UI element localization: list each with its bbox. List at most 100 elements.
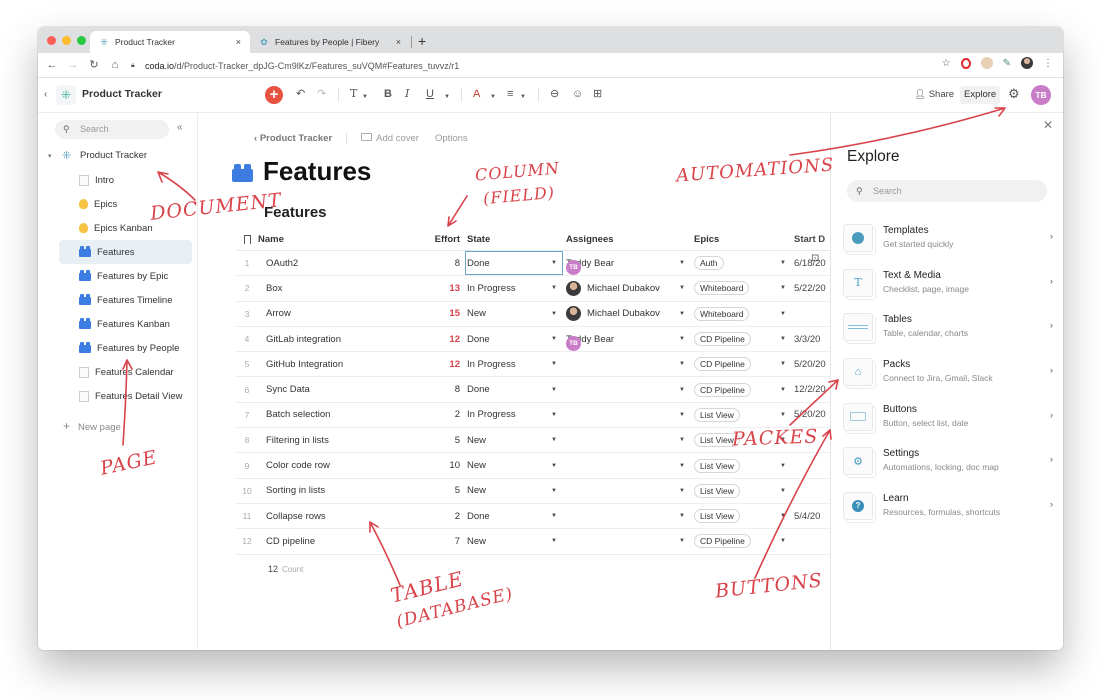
table-row[interactable]: 11 Collapse rows 2 Done ▼ ▼ List View ▼ 5/4/20 xyxy=(236,504,830,530)
text-style-button[interactable]: T xyxy=(350,87,357,101)
epic-chip[interactable]: List View xyxy=(694,433,740,448)
cell-name[interactable]: Color code row xyxy=(266,453,416,477)
close-tab-icon[interactable]: × xyxy=(236,37,241,47)
close-tab-icon[interactable]: × xyxy=(396,37,401,47)
cell-effort[interactable]: 5 xyxy=(416,479,460,503)
undo-icon[interactable]: ↶ xyxy=(296,87,305,101)
chevron-down-icon[interactable]: ▼ xyxy=(551,538,557,544)
text-color-button[interactable]: A xyxy=(473,87,480,101)
table-footer-count[interactable]: 12 Count xyxy=(268,564,303,574)
cell-effort[interactable]: 7 xyxy=(416,529,460,553)
reload-icon[interactable]: ↻ xyxy=(87,57,101,73)
cell-assignees[interactable]: ▼ xyxy=(566,377,691,401)
cell-start-date[interactable]: 3/3/20 xyxy=(794,327,830,351)
chevron-down-icon[interactable]: ▼ xyxy=(679,387,685,393)
cell-assignees[interactable]: ▼ xyxy=(566,352,691,376)
underline-button[interactable]: U xyxy=(426,87,434,101)
sidebar-item-intro[interactable]: Intro xyxy=(59,168,192,192)
chevron-down-icon[interactable]: ▼ xyxy=(551,412,557,418)
epic-chip[interactable]: List View xyxy=(694,483,740,498)
cell-assignees[interactable]: ▼ xyxy=(566,479,691,503)
cell-state[interactable]: In Progress ▼ xyxy=(465,403,563,427)
cell-epic[interactable]: CD Pipeline ▼ xyxy=(694,529,792,553)
chevron-down-icon[interactable]: ▼ xyxy=(679,513,685,519)
opera-extension-icon[interactable] xyxy=(960,57,971,69)
breadcrumb-back-link[interactable]: ‹ Product Tracker xyxy=(254,133,332,144)
cell-state[interactable]: Done ▼ xyxy=(465,377,563,401)
epic-chip[interactable]: Auth xyxy=(694,256,724,271)
explore-item-packs[interactable]: ⌂ Packs Connect to Jira, Gmail, Slack › xyxy=(843,353,1053,398)
table-row[interactable]: 6 Sync Data 8 Done ▼ ▼ CD Pipeline ▼ 12/2/20 xyxy=(236,377,830,403)
chevron-down-icon[interactable]: ▼ xyxy=(551,488,557,494)
epic-chip[interactable]: List View xyxy=(694,458,740,473)
column-header-start-date[interactable]: Start D xyxy=(794,229,830,250)
cell-state[interactable]: Done ▼ xyxy=(465,327,563,351)
chevron-down-icon[interactable]: ▼ xyxy=(551,311,557,317)
explore-search-input[interactable]: ⚲ Search xyxy=(847,180,1047,202)
cell-epic[interactable]: CD Pipeline ▼ xyxy=(694,377,792,401)
chevron-down-icon[interactable]: ▼ xyxy=(551,387,557,393)
new-tab-button[interactable]: + xyxy=(418,32,426,50)
cell-assignees[interactable]: ▼ xyxy=(566,403,691,427)
chevron-down-icon[interactable]: ▼ xyxy=(679,463,685,469)
explore-item-buttons[interactable]: Buttons Button, select list, date › xyxy=(843,398,1053,443)
sidebar-search-input[interactable]: ⚲ Search xyxy=(55,120,169,139)
cell-assignees[interactable]: ▼ xyxy=(566,453,691,477)
cell-assignees[interactable]: ▼ xyxy=(566,504,691,528)
sidebar-item-features-detail-view[interactable]: Features Detail View xyxy=(59,384,192,408)
cell-state[interactable]: New ▼ xyxy=(465,302,563,326)
cell-effort[interactable]: 5 xyxy=(416,428,460,452)
align-icon[interactable]: ≡ xyxy=(507,87,513,101)
sidebar-item-features-by-people[interactable]: Features by People xyxy=(59,336,192,360)
table-row[interactable]: 10 Sorting in lists 5 New ▼ ▼ List View ▼ xyxy=(236,479,830,504)
cell-state[interactable]: Done ▼ xyxy=(465,504,563,528)
chevron-down-icon[interactable]: ▼ xyxy=(551,361,557,367)
browser-tab-product-tracker[interactable]: ⁜ Product Tracker × xyxy=(90,31,250,53)
bold-button[interactable]: B xyxy=(384,87,392,101)
sidebar-item-features-by-epic[interactable]: Features by Epic xyxy=(59,264,192,288)
sidebar-item-epics[interactable]: Epics xyxy=(59,192,192,216)
explore-item-templates[interactable]: Templates Get started quickly › xyxy=(843,219,1053,264)
home-icon[interactable]: ⌂ xyxy=(108,57,122,73)
chevron-down-icon[interactable]: ▼ xyxy=(679,361,685,367)
chevron-down-icon[interactable]: ▼ xyxy=(551,463,557,469)
collapse-sidebar-icon[interactable]: « xyxy=(177,122,183,133)
cell-assignees[interactable]: ▼ xyxy=(566,428,691,452)
cell-name[interactable]: GitHub Integration xyxy=(266,352,416,376)
chevron-down-icon[interactable]: ▼ xyxy=(780,311,786,317)
epic-chip[interactable]: List View xyxy=(694,407,740,422)
chevron-down-icon[interactable]: ▼ xyxy=(551,513,557,519)
epic-chip[interactable]: CD Pipeline xyxy=(694,332,751,347)
browser-tab-fibery[interactable]: ✿ Features by People | Fibery × xyxy=(250,31,410,53)
cell-state[interactable]: In Progress ▼ xyxy=(465,276,563,300)
chevron-down-icon[interactable]: ▼ xyxy=(780,513,786,519)
chevron-down-icon[interactable]: ▾ xyxy=(48,152,58,160)
epic-chip[interactable]: Whiteboard xyxy=(694,281,750,296)
table-row[interactable]: 7 Batch selection 2 In Progress ▼ ▼ List View ▼… xyxy=(236,403,830,429)
profile-avatar-icon[interactable] xyxy=(1021,57,1033,69)
cell-assignees[interactable]: ▼ xyxy=(566,529,691,553)
chevron-down-icon[interactable]: ▼ xyxy=(679,311,685,317)
cell-epic[interactable]: Auth ▼ xyxy=(694,251,792,275)
close-window-button[interactable] xyxy=(47,36,56,45)
cell-name[interactable]: GitLab integration xyxy=(266,327,416,351)
cell-name[interactable]: Batch selection xyxy=(266,403,416,427)
table-row[interactable]: 4 GitLab integration 12 Done ▼ TB Teddy Bear ▼ C… xyxy=(236,327,830,353)
epic-chip[interactable]: CD Pipeline xyxy=(694,534,751,549)
chevron-down-icon[interactable]: ▼ xyxy=(490,90,496,104)
table-row[interactable]: 1 OAuth2 8 Done ▼ TB Teddy Bear ▼ Auth ▼ 6/18/20 xyxy=(236,251,830,277)
cell-name[interactable]: Sync Data xyxy=(266,377,416,401)
chevron-down-icon[interactable]: ▼ xyxy=(780,361,786,367)
emoji-icon[interactable]: ☺ xyxy=(572,87,583,101)
cell-effort[interactable]: 15 xyxy=(416,302,460,326)
avatar-extension-icon[interactable] xyxy=(980,57,993,69)
sidebar-item-features-kanban[interactable]: Features Kanban xyxy=(59,312,192,336)
epic-chip[interactable]: List View xyxy=(694,509,740,524)
column-header-assignees[interactable]: Assignees xyxy=(566,229,691,250)
chevron-down-icon[interactable]: ▼ xyxy=(679,260,685,266)
eyedropper-extension-icon[interactable]: ✎ xyxy=(1003,58,1011,69)
star-bookmark-icon[interactable]: ☆ xyxy=(942,58,951,69)
forward-arrow-icon[interactable]: → xyxy=(66,57,80,73)
page-title[interactable]: Features xyxy=(263,156,371,187)
cell-name[interactable]: Box xyxy=(266,276,416,300)
